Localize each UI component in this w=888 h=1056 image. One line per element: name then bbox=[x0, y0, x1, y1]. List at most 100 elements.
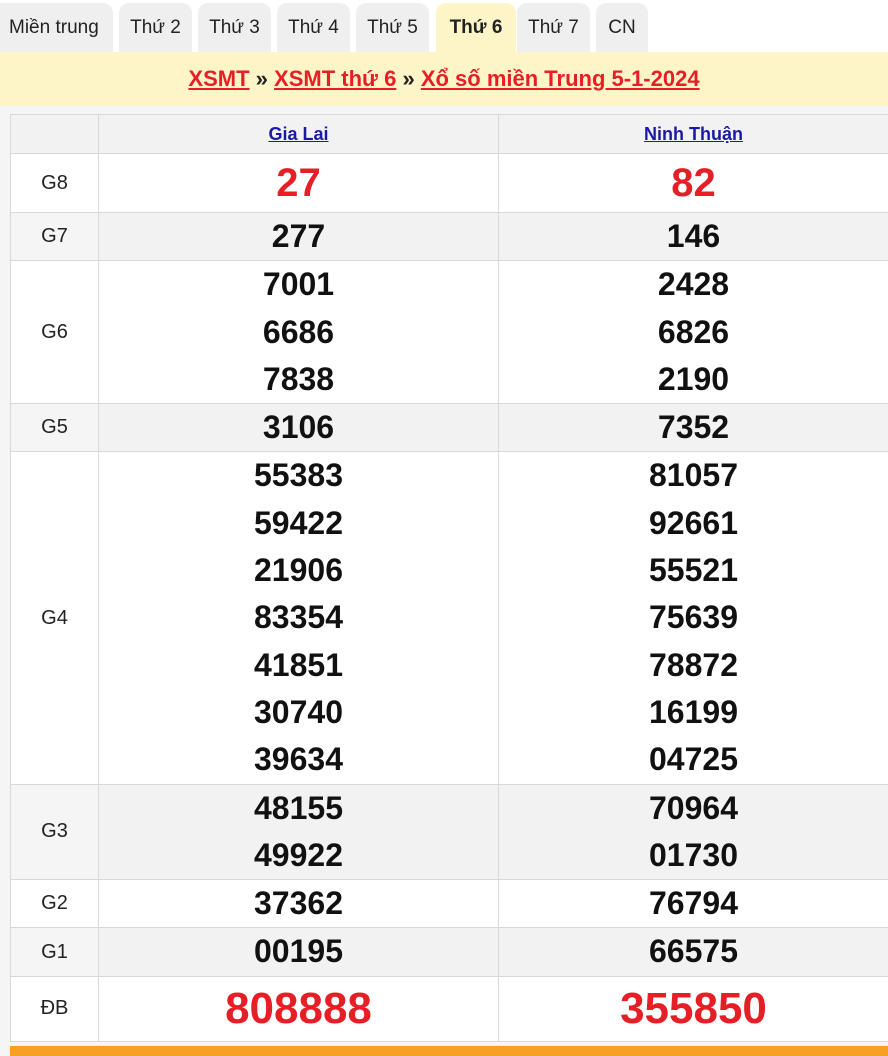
breadcrumb-link-result-date[interactable]: Xổ số miền Trung 5-1-2024 bbox=[421, 66, 700, 91]
prize-numbers-cell: 146 bbox=[498, 211, 888, 262]
prize-row: ĐB 808888 355850 bbox=[10, 975, 888, 1042]
prize-numbers-cell: 00195 bbox=[98, 927, 499, 977]
prize-number: 27 bbox=[276, 161, 321, 205]
prize-label-cell: G1 bbox=[10, 927, 99, 977]
prize-number: 00195 bbox=[254, 933, 343, 970]
prize-number: 49922 bbox=[254, 836, 343, 873]
tab-thu-2[interactable]: Thứ 2 bbox=[119, 3, 192, 52]
tab-thu-3[interactable]: Thứ 3 bbox=[198, 3, 271, 52]
prize-row: G5 3106 7352 bbox=[10, 403, 888, 453]
breadcrumb-separator: » bbox=[255, 66, 268, 91]
prize-label-cell: ĐB bbox=[10, 975, 99, 1042]
prize-numbers-cell: 66575 bbox=[498, 927, 888, 977]
tab-thu-4[interactable]: Thứ 4 bbox=[277, 3, 350, 52]
prize-number: 70964 bbox=[649, 789, 738, 826]
breadcrumb: XSMT » XSMT thứ 6 » Xổ số miền Trung 5-1… bbox=[0, 52, 888, 106]
breadcrumb-separator: » bbox=[402, 66, 415, 91]
prize-label: G3 bbox=[41, 820, 68, 843]
prize-label: G4 bbox=[41, 606, 68, 629]
prize-number: 39634 bbox=[254, 741, 343, 778]
province-header-cell: Ninh Thuận bbox=[498, 114, 888, 154]
prize-row: G8 27 82 bbox=[10, 153, 888, 213]
prize-number: 81057 bbox=[649, 457, 738, 494]
prize-number: 37362 bbox=[254, 885, 343, 922]
prize-number: 78872 bbox=[649, 646, 738, 683]
bottom-bar bbox=[10, 1046, 888, 1056]
prize-number: 48155 bbox=[254, 789, 343, 826]
prize-number: 6826 bbox=[657, 313, 730, 350]
prize-label-cell: G3 bbox=[10, 783, 99, 881]
prize-number: 6686 bbox=[262, 313, 335, 350]
prize-label: G1 bbox=[41, 940, 68, 963]
province-link-gia-lai[interactable]: Gia Lai bbox=[268, 124, 328, 144]
prize-numbers-cell: 37362 bbox=[98, 879, 499, 929]
empty-header-cell bbox=[10, 114, 99, 154]
prize-number: 66575 bbox=[649, 933, 738, 970]
prize-label: G6 bbox=[41, 320, 68, 343]
prize-label-cell: G2 bbox=[10, 879, 99, 929]
prize-label-cell: G7 bbox=[10, 211, 99, 262]
prize-label-cell: G6 bbox=[10, 260, 99, 405]
results-panel: Gia Lai Ninh Thuận G8 27 82 G7 277 146 G6 7001 6… bbox=[0, 106, 888, 1056]
prize-number: 2428 bbox=[657, 266, 730, 303]
prize-numbers-cell: 81057 92661 55521 75639 78872 16199 04725 bbox=[498, 451, 888, 785]
prize-number: 30740 bbox=[254, 693, 343, 730]
prize-row: G2 37362 76794 bbox=[10, 879, 888, 929]
prize-number: 16199 bbox=[649, 693, 738, 730]
province-header-cell: Gia Lai bbox=[98, 114, 499, 154]
prize-number: 146 bbox=[666, 218, 721, 254]
prize-label-cell: G5 bbox=[10, 403, 99, 453]
tab-thu-6[interactable]: Thứ 6 bbox=[436, 3, 516, 52]
prize-number: 7001 bbox=[262, 266, 335, 303]
prize-number: 277 bbox=[271, 218, 326, 254]
tab-cn[interactable]: CN bbox=[596, 3, 648, 52]
prize-numbers-cell: 7352 bbox=[498, 403, 888, 453]
prize-label: G5 bbox=[41, 416, 68, 439]
prize-row: G6 7001 6686 7838 2428 6826 2190 bbox=[10, 260, 888, 405]
prize-numbers-cell: 82 bbox=[498, 153, 888, 213]
prize-number: 21906 bbox=[254, 552, 343, 589]
prize-number: 41851 bbox=[254, 646, 343, 683]
tab-mien-trung[interactable]: Miền trung bbox=[0, 3, 113, 52]
prize-row: G1 00195 66575 bbox=[10, 927, 888, 977]
prize-label: G8 bbox=[41, 171, 68, 194]
day-tabs: Miền trung Thứ 2 Thứ 3 Thứ 4 Thứ 5 Thứ 6… bbox=[0, 0, 888, 52]
breadcrumb-link-xsmt[interactable]: XSMT bbox=[188, 66, 249, 91]
prize-row: G7 277 146 bbox=[10, 211, 888, 262]
prize-number: 808888 bbox=[225, 983, 372, 1033]
prize-numbers-cell: 55383 59422 21906 83354 41851 30740 39634 bbox=[98, 451, 499, 785]
prize-number: 01730 bbox=[649, 836, 738, 873]
prize-label-cell: G8 bbox=[10, 153, 99, 213]
prize-number: 76794 bbox=[649, 885, 738, 922]
prize-numbers-cell: 27 bbox=[98, 153, 499, 213]
prize-number: 82 bbox=[671, 161, 716, 205]
prize-number: 355850 bbox=[620, 983, 767, 1033]
prize-label: ĐB bbox=[40, 997, 69, 1020]
prize-number: 92661 bbox=[649, 504, 738, 541]
prize-number: 7838 bbox=[262, 360, 335, 397]
prize-number: 04725 bbox=[649, 741, 738, 778]
tab-thu-7[interactable]: Thứ 7 bbox=[517, 3, 590, 52]
table-header-row: Gia Lai Ninh Thuận bbox=[10, 114, 888, 154]
province-link-ninh-thuan[interactable]: Ninh Thuận bbox=[644, 124, 743, 144]
prize-numbers-cell: 355850 bbox=[498, 975, 888, 1042]
tab-thu-5[interactable]: Thứ 5 bbox=[356, 3, 429, 52]
results-table: Gia Lai Ninh Thuận G8 27 82 G7 277 146 G6 7001 6… bbox=[10, 114, 888, 1042]
prize-number: 75639 bbox=[649, 599, 738, 636]
prize-numbers-cell: 48155 49922 bbox=[98, 783, 499, 881]
prize-row: G3 48155 49922 70964 01730 bbox=[10, 783, 888, 881]
prize-number: 83354 bbox=[254, 599, 343, 636]
prize-numbers-cell: 808888 bbox=[98, 975, 499, 1042]
prize-numbers-cell: 277 bbox=[98, 211, 499, 262]
prize-label: G7 bbox=[41, 225, 68, 248]
prize-number: 55383 bbox=[254, 457, 343, 494]
prize-number: 55521 bbox=[649, 552, 738, 589]
prize-label: G2 bbox=[41, 892, 68, 915]
prize-number: 7352 bbox=[657, 409, 730, 446]
prize-numbers-cell: 70964 01730 bbox=[498, 783, 888, 881]
prize-label-cell: G4 bbox=[10, 451, 99, 785]
breadcrumb-link-xsmt-thu-6[interactable]: XSMT thứ 6 bbox=[274, 66, 396, 91]
prize-number: 59422 bbox=[254, 504, 343, 541]
prize-number: 2190 bbox=[657, 360, 730, 397]
prize-numbers-cell: 7001 6686 7838 bbox=[98, 260, 499, 405]
